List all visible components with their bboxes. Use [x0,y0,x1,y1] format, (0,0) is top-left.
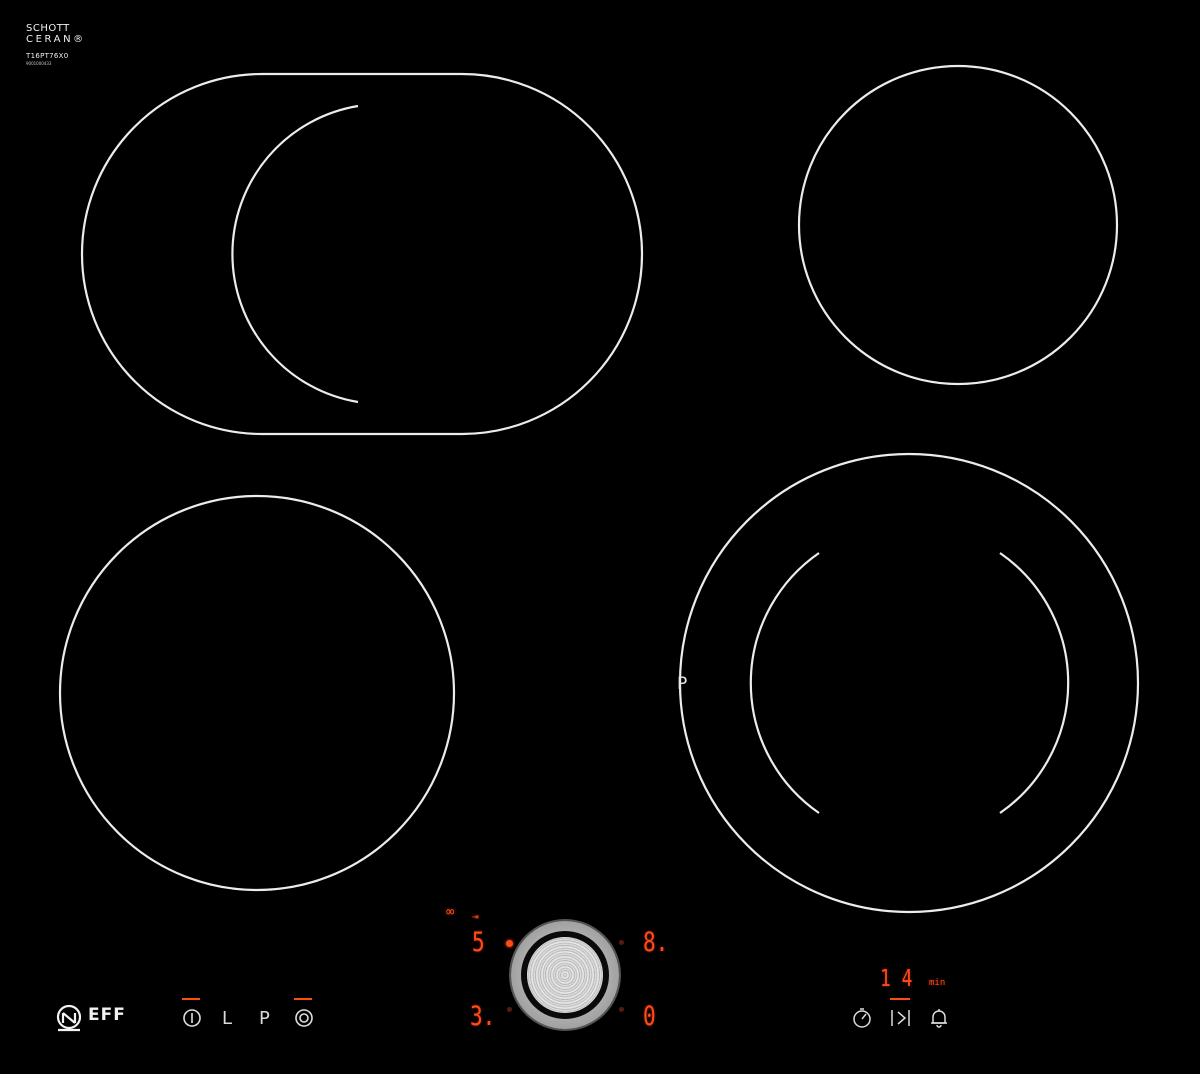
power-icon[interactable] [182,1008,202,1028]
lock-button[interactable]: L [222,1010,232,1028]
zone-front-right-inner-arc-right [999,552,1070,814]
cooktop-surface: SCHOTT CERAN® T16PT76X0 9001000433 P ∞ ⇥… [0,0,1200,1074]
timer-unit: min [929,978,946,988]
zone-level-display-right: 8. [643,927,669,958]
zone-indicator-dot-lower-right [619,1007,624,1012]
zone-indicator-dot-upper-right [619,940,624,945]
zone-pan-marker: P [677,674,688,694]
stopwatch-icon[interactable] [852,1007,872,1029]
serial-number: 9001000433 [26,61,52,66]
timer-indicator-bar [890,998,910,1000]
timer-display: 1 4 [880,966,913,992]
power-level-display: 5 [472,927,485,958]
zone-extended-inner-arc [231,104,359,404]
power-level-display-secondary: 3. [470,1001,496,1032]
dual-ring-icon[interactable] [294,1008,314,1028]
zone-indicator-dot-active [506,940,513,947]
zone-front-left [58,494,456,892]
zone-extended-oval [80,72,644,436]
infinity-symbol[interactable]: ∞ [446,905,454,919]
skip-icon[interactable] [890,1008,912,1028]
program-button[interactable]: P [259,1010,270,1028]
knob-cap[interactable] [527,937,603,1013]
cooking-zones [58,64,1140,914]
brand-line1: SCHOTT [26,23,70,34]
zone-front-right-inner-arc-left [749,552,820,814]
extend-symbol[interactable]: ⇥ [472,911,479,922]
neff-omega-icon [56,1004,82,1032]
rings-indicator-bar [294,998,312,1000]
brand-line2: CERAN® [26,34,86,45]
zone-rear-right [797,64,1119,386]
zone-indicator-dot-lower-left [507,1007,512,1012]
brand-logo-text: EFF [88,1005,126,1025]
zone-level-display-right-secondary: 0 [643,1001,656,1032]
control-knob[interactable] [511,921,619,1029]
power-indicator-bar [182,998,200,1000]
model-number: T16PT76X0 [26,52,69,60]
bell-icon[interactable] [929,1007,949,1029]
schott-ceran-label: SCHOTT CERAN® T16PT76X0 9001000433 [26,24,86,66]
